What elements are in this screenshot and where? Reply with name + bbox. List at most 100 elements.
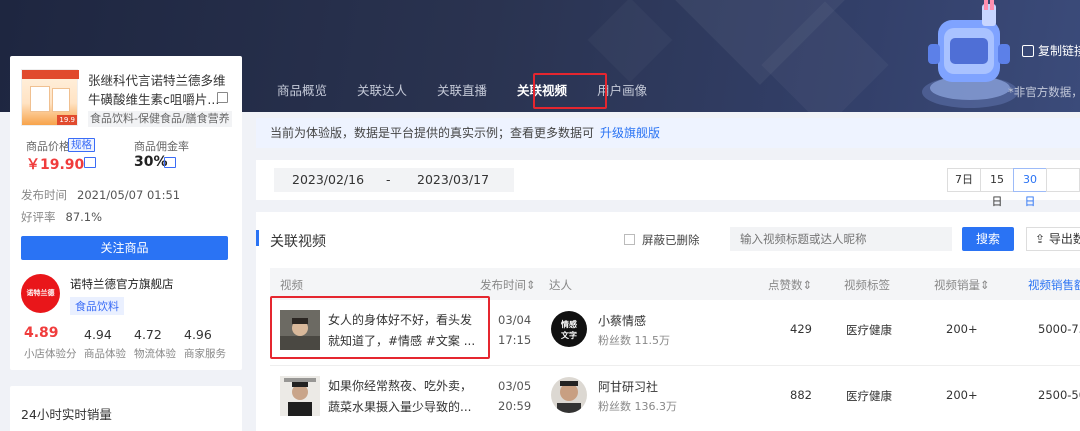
sort-icon: ⇕ — [526, 278, 536, 292]
column-label: 视频销量 — [934, 278, 980, 292]
highlight-annotation — [533, 73, 607, 109]
svg-text:情感: 情感 — [560, 319, 577, 329]
hide-deleted-label[interactable]: 屏蔽已删除 — [642, 232, 700, 248]
video-publish-time: 03/05 20:59 — [498, 376, 531, 416]
avatar[interactable]: 情感 文字 — [551, 311, 587, 347]
commission-rate: 30% — [134, 154, 168, 170]
product-score-label: 商品体验 — [84, 348, 126, 360]
follow-product-button[interactable]: 关注商品 — [21, 236, 228, 260]
date-range-picker[interactable]: 2023/02/16 - 2023/03/17 — [274, 168, 514, 192]
video-tag: 医疗健康 — [846, 389, 892, 403]
video-time: 17:15 — [498, 333, 532, 347]
shop-name[interactable]: 诺特兰德官方旗舰店 — [70, 276, 174, 292]
column-video: 视频 — [280, 278, 303, 292]
export-icon: ⇪ — [1035, 232, 1049, 246]
tab-related-influencers[interactable]: 关联达人 — [342, 82, 422, 104]
column-video-revenue[interactable]: 视频销售额 — [1028, 277, 1080, 293]
shop-score-value: 4.89 — [24, 325, 59, 341]
avatar[interactable] — [551, 377, 587, 413]
start-date: 2023/02/16 — [292, 172, 365, 187]
video-tag: 医疗健康 — [846, 323, 892, 337]
sort-icon: ⇕ — [802, 278, 813, 292]
influencer-fans: 粉丝数 136.3万 — [598, 400, 677, 413]
video-time: 20:59 — [498, 399, 532, 413]
product-category: 食品饮料-保健食品/膳食营养 — [88, 111, 232, 127]
influencer-name[interactable]: 阿甘研习社 — [598, 378, 658, 395]
range-7d-button[interactable]: 7日 — [947, 168, 981, 192]
trial-notice: 当前为体验版，数据是平台提供的真实示例；查看更多数据可 升级旗舰版 — [256, 118, 1080, 148]
tab-overview[interactable]: 商品概览 — [262, 82, 342, 104]
logistics-score-value: 4.72 — [134, 327, 162, 342]
column-publish-time[interactable]: 发布时间⇕ — [480, 277, 536, 293]
price-label: 商品价格 — [26, 140, 70, 153]
end-date: 2023/03/17 — [417, 172, 490, 187]
video-thumbnail[interactable] — [280, 376, 320, 416]
influencer-name[interactable]: 小蔡情感 — [598, 312, 646, 329]
column-label: 点赞数 — [768, 278, 803, 292]
copy-link-button[interactable]: 复制链接 — [1022, 42, 1080, 59]
spec-badge[interactable]: 规格 — [68, 138, 95, 152]
logistics-score-label: 物流体验 — [134, 348, 176, 360]
column-label: 发布时间 — [480, 278, 526, 292]
search-button[interactable]: 搜索 — [962, 227, 1014, 251]
shop-logo[interactable]: 诺特兰德 — [21, 274, 60, 313]
video-likes: 882 — [790, 388, 812, 402]
range-buttons: 7日 15日 30日 — [947, 168, 1080, 208]
date-filter-bar: 2023/02/16 - 2023/03/17 7日 15日 30日 — [256, 160, 1080, 208]
section-title: 关联视频 — [270, 234, 326, 250]
copy-icon[interactable] — [217, 92, 228, 103]
range-15d-button[interactable]: 15日 — [980, 168, 1014, 208]
rating-label: 好评率 — [21, 210, 56, 224]
shop-score-label: 小店体验分 — [24, 348, 77, 360]
trend-chart-icon[interactable] — [84, 157, 96, 168]
commission-label: 商品佣金率 — [134, 140, 189, 153]
video-date: 03/04 — [498, 313, 532, 327]
service-score-label: 商家服务 — [184, 348, 226, 360]
rating-row: 好评率 87.1% — [21, 209, 102, 225]
tab-related-live[interactable]: 关联直播 — [422, 82, 502, 104]
export-button[interactable]: ⇪ 导出数据 — [1026, 227, 1080, 251]
video-revenue: 5000-7500 — [1038, 322, 1080, 336]
data-disclaimer: *非官方数据，仅 — [1008, 85, 1080, 99]
product-price: ￥19.90 — [26, 157, 85, 173]
rating-value: 87.1% — [65, 210, 103, 224]
copy-link-label: 复制链接 — [1038, 44, 1080, 58]
trend-chart-icon[interactable] — [164, 157, 176, 168]
video-search-input[interactable] — [730, 227, 952, 251]
sort-icon: ⇕ — [980, 278, 990, 292]
range-30d-button[interactable]: 30日 — [1013, 168, 1047, 208]
column-influencer: 达人 — [549, 278, 572, 292]
video-date: 03/05 — [498, 379, 532, 393]
product-image-price: 19.9 — [57, 115, 77, 125]
video-title[interactable]: 如果你经常熬夜、吃外卖，蔬菜水果摄入量少导致的... — [328, 376, 478, 418]
product-score-value: 4.94 — [84, 327, 112, 342]
column-video-tag: 视频标签 — [844, 278, 890, 292]
export-label: 导出数据 — [1048, 232, 1080, 246]
service-score-value: 4.96 — [184, 327, 212, 342]
video-likes: 429 — [790, 322, 812, 336]
product-image[interactable]: 19.9 — [21, 69, 79, 126]
publish-time-label: 发布时间 — [21, 188, 67, 202]
svg-text:文字: 文字 — [561, 330, 577, 340]
range-custom-button[interactable] — [1046, 168, 1080, 192]
column-video-sales[interactable]: 视频销量⇕ — [934, 277, 990, 293]
realtime-sales-card: 24小时实时销量 — [10, 386, 242, 431]
realtime-sales-title: 24小时实时销量 — [21, 407, 112, 422]
video-revenue: 2500-5000 — [1038, 388, 1080, 402]
column-likes[interactable]: 点赞数⇕ — [768, 277, 812, 293]
upgrade-link[interactable]: 升级旗舰版 — [600, 126, 660, 140]
table-row[interactable]: 如果你经常熬夜、吃外卖，蔬菜水果摄入量少导致的... 03/05 20:59 阿… — [270, 366, 1080, 431]
video-sales: 200+ — [946, 322, 978, 336]
video-publish-time: 03/04 17:15 — [498, 310, 531, 350]
publish-time-row: 发布时间 2021/05/07 01:51 — [21, 187, 180, 203]
product-card: 19.9 张继科代言诺特兰德多维牛磺酸维生素c咀嚼片... 食品饮料-保健食品/… — [10, 56, 242, 370]
date-separator: - — [386, 172, 391, 187]
trial-notice-text: 当前为体验版，数据是平台提供的真实示例；查看更多数据可 — [270, 126, 595, 140]
hide-deleted-checkbox[interactable] — [624, 234, 635, 245]
copy-icon — [1022, 44, 1034, 57]
product-title[interactable]: 张继科代言诺特兰德多维牛磺酸维生素c咀嚼片... — [88, 71, 230, 109]
shop-category-badge: 食品饮料 — [70, 297, 124, 315]
influencer-fans: 粉丝数 11.5万 — [598, 334, 670, 347]
publish-time-value: 2021/05/07 01:51 — [77, 188, 181, 202]
highlight-annotation — [270, 296, 490, 359]
